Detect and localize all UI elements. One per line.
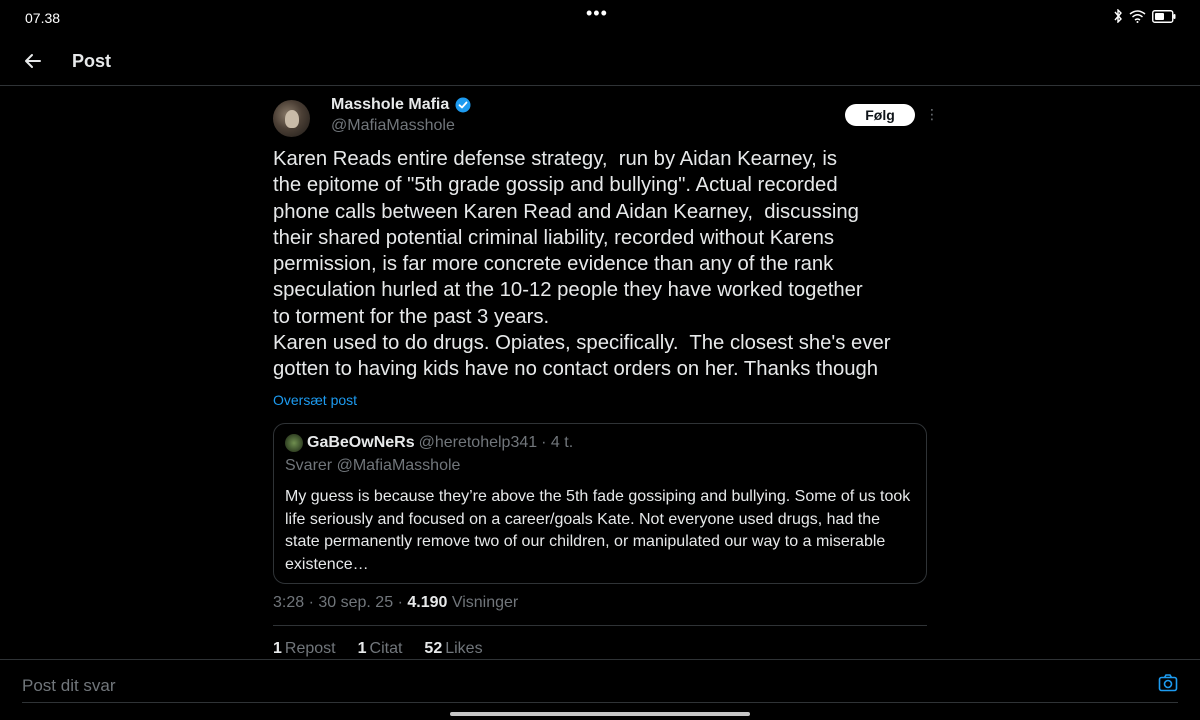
follow-button[interactable]: Følg — [845, 104, 915, 126]
back-arrow-icon[interactable] — [20, 48, 46, 74]
translate-post-link[interactable]: Oversæt post — [273, 392, 357, 408]
reply-input[interactable] — [22, 674, 1122, 698]
battery-icon — [1152, 9, 1176, 23]
author-handle[interactable]: @MafiaMasshole — [331, 117, 471, 135]
quoted-post[interactable]: GaBeOwNeRs @heretohelp341 · 4 t. Svarer … — [273, 423, 927, 584]
stat-count: 1 — [357, 640, 367, 657]
post-stats: 1 Repost 1 Citat 52 Likes — [273, 640, 483, 658]
quote-author-handle: @heretohelp341 — [418, 434, 538, 451]
stat-label: Repost — [284, 640, 336, 657]
more-options-icon[interactable]: ⋮ — [925, 104, 939, 124]
stat-label: Citat — [369, 640, 403, 657]
meta-separator: · — [397, 594, 403, 611]
quote-reply-to: Svarer @MafiaMasshole — [285, 457, 461, 474]
quote-age: · 4 t. — [541, 434, 574, 451]
views-count: 4.190 — [407, 594, 448, 611]
quote-text: My guess is because they’re above the 5t… — [285, 488, 911, 573]
verified-badge-icon — [455, 97, 471, 113]
quote-header: GaBeOwNeRs @heretohelp341 · 4 t. — [285, 434, 573, 452]
stat-quotes[interactable]: 1 Citat — [358, 640, 403, 658]
multitask-dots[interactable]: ••• — [586, 3, 608, 24]
home-indicator[interactable] — [450, 712, 750, 716]
post-meta: 3:28 · 30 sep. 25 · 4.190 Visninger — [273, 594, 518, 612]
stat-label: Likes — [445, 640, 483, 657]
status-time: 07.38 — [25, 10, 61, 26]
quote-author-name: GaBeOwNeRs — [307, 434, 415, 451]
stat-reposts[interactable]: 1 Repost — [273, 640, 336, 658]
reply-underline — [22, 702, 1178, 703]
divider — [273, 625, 927, 626]
post-date[interactable]: 30 sep. 25 — [318, 594, 393, 611]
author-name-row[interactable]: Masshole Mafia — [331, 96, 471, 114]
meta-separator: · — [308, 594, 314, 611]
stat-likes[interactable]: 52 Likes — [424, 640, 482, 658]
page-title: Post — [72, 51, 112, 71]
post-time[interactable]: 3:28 — [273, 594, 304, 611]
bluetooth-icon — [1114, 9, 1122, 23]
status-icons — [1113, 9, 1176, 23]
stat-count: 52 — [424, 640, 443, 657]
post-text: Karen Reads entire defense strategy, run… — [273, 148, 891, 381]
status-bar: 07.38 ••• — [0, 0, 1200, 34]
author-name[interactable]: Masshole Mafia — [331, 96, 449, 114]
camera-icon[interactable] — [1158, 673, 1178, 693]
reply-bar — [0, 659, 1200, 720]
stat-count: 1 — [273, 640, 282, 657]
views-label: Visninger — [451, 594, 519, 611]
avatar[interactable] — [273, 100, 310, 137]
wifi-icon — [1129, 9, 1146, 23]
quote-avatar — [285, 434, 303, 452]
author-block[interactable]: Masshole Mafia @MafiaMasshole — [331, 96, 471, 135]
top-bar: Post — [0, 36, 1200, 86]
